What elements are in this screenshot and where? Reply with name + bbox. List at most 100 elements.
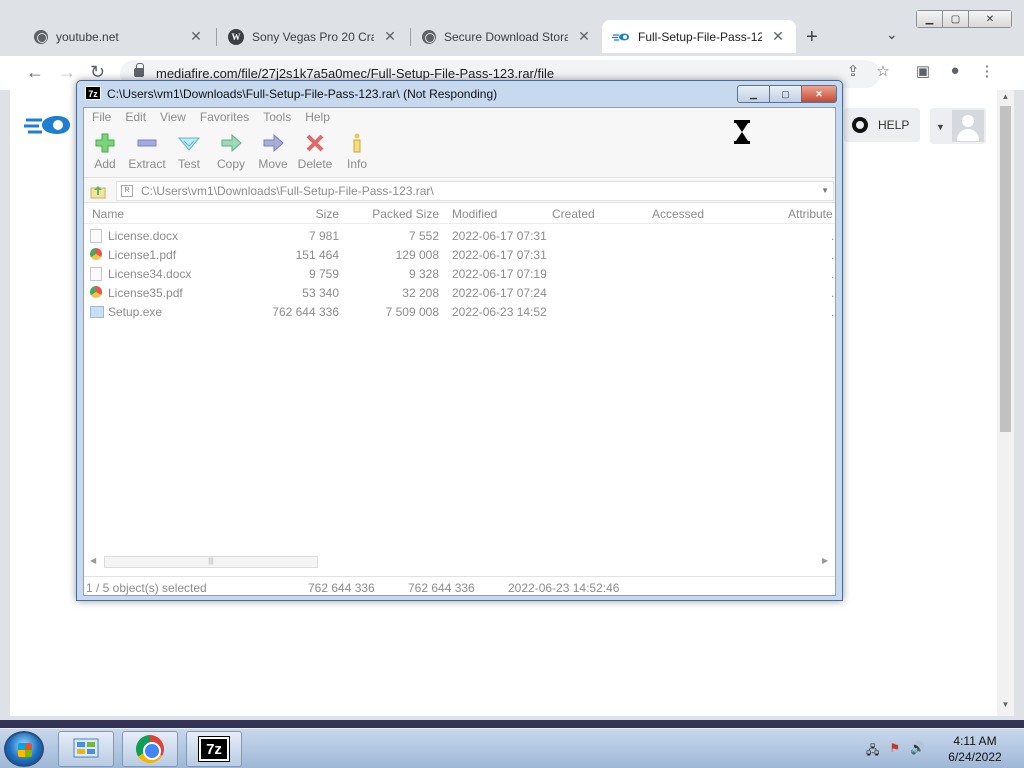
status-size: 762 644 336: [308, 581, 375, 595]
column-header-modified[interactable]: Modified: [452, 207, 497, 221]
maximize-icon[interactable]: ▢: [943, 11, 969, 27]
tab-sony-vegas[interactable]: W Sony Vegas Pro 20 Crack ✕: [218, 20, 408, 53]
add-button[interactable]: Add: [84, 126, 126, 177]
tab-close-icon[interactable]: ✕: [382, 28, 398, 45]
column-header-created[interactable]: Created: [552, 207, 595, 221]
minimize-icon[interactable]: ▁: [738, 86, 770, 102]
close-icon[interactable]: ✕: [969, 11, 1011, 27]
tab-title: Secure Download Storage: [444, 29, 568, 44]
delete-button[interactable]: Delete: [294, 126, 336, 177]
side-panel-icon[interactable]: ▣: [912, 62, 934, 80]
profile-icon[interactable]: ●: [944, 62, 966, 79]
table-row[interactable]: License.docx 7 981 7 552 2022-06-17 07:3…: [84, 226, 835, 245]
page-scrollbar[interactable]: ▲ ▼: [997, 90, 1014, 716]
volume-icon[interactable]: 🔊: [910, 741, 925, 762]
folder-up-icon[interactable]: [90, 183, 106, 199]
file-size: 151 464: [295, 248, 339, 262]
scroll-down-icon[interactable]: ▼: [997, 700, 1014, 709]
clock-time: 4:11 AM: [953, 734, 997, 748]
sevenzip-toolbar: Add Extract Test Copy Move Delete Info: [84, 126, 835, 178]
user-menu-button[interactable]: ▼: [930, 108, 986, 144]
extract-icon: [136, 132, 158, 154]
scroll-left-icon[interactable]: ◀: [90, 556, 96, 565]
tab-close-icon[interactable]: ✕: [770, 28, 786, 45]
horizontal-scrollbar[interactable]: ◀ ||| ▶: [84, 553, 835, 571]
table-row[interactable]: License34.docx 9 759 9 328 2022-06-17 07…: [84, 264, 835, 283]
table-row[interactable]: License35.pdf 53 340 32 208 2022-06-17 0…: [84, 283, 835, 302]
tab-youtube[interactable]: youtube.net ✕: [24, 20, 214, 53]
column-header-packed-size[interactable]: Packed Size: [372, 207, 439, 221]
pdf-icon: [90, 286, 102, 298]
action-center-icon[interactable]: ⚑: [889, 741, 900, 762]
close-icon[interactable]: ✕: [802, 86, 836, 102]
scroll-right-icon[interactable]: ▶: [822, 556, 828, 565]
column-header-accessed[interactable]: Accessed: [652, 207, 704, 221]
menu-tools[interactable]: Tools: [263, 108, 291, 126]
scroll-thumb[interactable]: [1000, 106, 1011, 432]
test-button[interactable]: Test: [168, 126, 210, 177]
start-button[interactable]: [4, 731, 44, 767]
chevron-down-icon[interactable]: ▼: [821, 182, 829, 200]
extract-button[interactable]: Extract: [126, 126, 168, 177]
maximize-icon[interactable]: ▢: [770, 86, 802, 102]
help-label: HELP: [878, 118, 910, 132]
tab-close-icon[interactable]: ✕: [576, 28, 592, 45]
scroll-up-icon[interactable]: ▲: [997, 92, 1014, 101]
network-icon[interactable]: 🖧: [866, 741, 879, 762]
column-header-name[interactable]: Name: [92, 207, 124, 221]
table-row[interactable]: Setup.exe 762 644 336 7 509 008 2022-06-…: [84, 302, 835, 321]
new-tab-button[interactable]: +: [806, 26, 818, 49]
menu-favorites[interactable]: Favorites: [200, 108, 249, 126]
menu-edit[interactable]: Edit: [125, 108, 146, 126]
menu-file[interactable]: File: [92, 108, 111, 126]
minimize-icon[interactable]: ▁: [917, 11, 943, 27]
info-button[interactable]: Info: [336, 126, 378, 177]
tab-close-icon[interactable]: ✕: [188, 28, 204, 45]
file-size: 7 981: [308, 229, 339, 243]
sevenzip-titlebar[interactable]: 7z C:\Users\vm1\Downloads\Full-Setup-Fil…: [77, 81, 842, 107]
move-icon: [262, 132, 284, 154]
scroll-thumb[interactable]: |||: [104, 556, 318, 568]
table-row[interactable]: License1.pdf 151 464 129 008 2022-06-17 …: [84, 245, 835, 264]
status-selected: 1 / 5 object(s) selected: [86, 581, 207, 595]
tab-secure-download[interactable]: Secure Download Storage ✕: [412, 20, 602, 53]
file-size: 53 340: [302, 286, 339, 300]
path-combobox[interactable]: R C:\Users\vm1\Downloads\Full-Setup-File…: [116, 181, 834, 201]
clock-date: 6/24/2022: [948, 750, 1002, 764]
menu-view[interactable]: View: [160, 108, 186, 126]
column-header-size[interactable]: Size: [316, 207, 339, 221]
path-text: C:\Users\vm1\Downloads\Full-Setup-File-P…: [141, 184, 434, 198]
help-button[interactable]: HELP: [844, 108, 920, 142]
back-arrow-icon[interactable]: ←: [26, 62, 44, 83]
lock-icon: [134, 63, 144, 77]
file-modified: 2022-06-17 07:24: [452, 286, 547, 300]
sevenzip-client-area: File Edit View Favorites Tools Help Add …: [83, 107, 836, 596]
caret-down-icon: ▼: [936, 122, 945, 132]
move-button[interactable]: Move: [252, 126, 294, 177]
tab-title: youtube.net: [56, 29, 119, 44]
taskbar-item-7zip[interactable]: 7z: [186, 731, 242, 767]
taskbar-item-control-panel[interactable]: [58, 731, 114, 767]
file-size: 762 644 336: [272, 305, 339, 319]
file-packed-size: 7 509 008: [385, 305, 439, 319]
test-icon: [178, 132, 200, 154]
url-text: mediafire.com/file/27j2s1k7a5a0mec/Full-…: [156, 66, 555, 81]
column-header-attributes[interactable]: Attribute: [788, 207, 833, 221]
menu-kebab-icon[interactable]: ⋮: [976, 62, 998, 80]
forward-arrow-icon[interactable]: →: [58, 62, 76, 83]
test-label: Test: [177, 157, 200, 171]
file-size: 9 759: [308, 267, 339, 281]
tab-divider: [216, 28, 217, 46]
taskbar-clock[interactable]: 4:11 AM 6/24/2022: [940, 733, 1010, 765]
bookmark-star-icon[interactable]: ☆: [872, 62, 894, 80]
file-packed-size: 9 328: [408, 267, 439, 281]
taskbar-item-chrome[interactable]: [122, 731, 178, 767]
share-icon[interactable]: ⇪: [842, 62, 864, 80]
copy-button[interactable]: Copy: [210, 126, 252, 177]
file-list: License.docx 7 981 7 552 2022-06-17 07:3…: [84, 226, 835, 321]
tab-full-setup[interactable]: Full-Setup-File-Pass-123 ✕: [602, 20, 796, 53]
menu-help[interactable]: Help: [305, 108, 330, 126]
tab-search-chevron-icon[interactable]: ⌄: [886, 26, 898, 43]
file-modified: 2022-06-17 07:19: [452, 267, 547, 281]
add-label: Add: [94, 157, 116, 171]
